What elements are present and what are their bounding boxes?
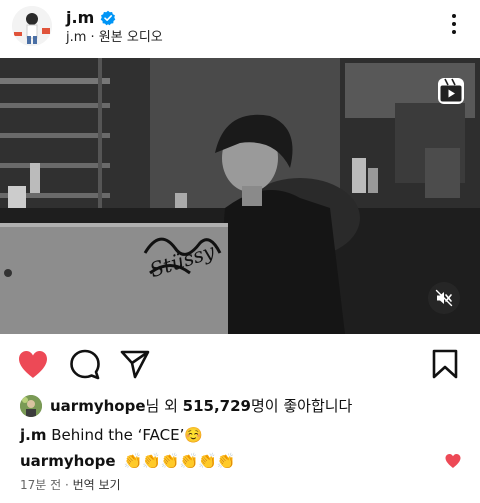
caption: j.m Behind the ‘FACE’☺️ — [20, 424, 203, 446]
post-meta: 17분 전 · 번역 보기 — [20, 476, 121, 494]
comment-text: 👏👏👏👏👏👏 — [123, 452, 236, 470]
comment-icon[interactable] — [68, 348, 102, 380]
reel-video[interactable]: Stüssy — [0, 58, 480, 334]
caption-text: Behind the ‘FACE’☺️ — [51, 426, 204, 444]
comment-author[interactable]: uarmyhope — [20, 450, 116, 472]
bookmark-icon[interactable] — [428, 348, 462, 380]
muted-speaker-icon — [435, 289, 453, 307]
comment-like-heart-icon[interactable] — [444, 452, 462, 470]
reels-icon — [438, 78, 464, 104]
heart-filled-icon[interactable] — [16, 348, 50, 380]
see-translation-link[interactable]: 번역 보기 — [73, 478, 121, 492]
likes-summary[interactable]: uarmyhope 님 외 515,729 명이 좋아합니다 — [20, 395, 352, 417]
liker-username[interactable]: uarmyhope — [50, 395, 146, 417]
original-audio-link[interactable]: j.m · 원본 오디오 — [66, 30, 163, 46]
post-header: j.m j.m · 원본 오디오 — [0, 0, 480, 58]
more-options-icon[interactable] — [442, 8, 466, 40]
likes-count[interactable]: 515,729 — [183, 395, 251, 417]
likes-suffix: 명이 좋아합니다 — [250, 397, 353, 415]
username[interactable]: j.m — [66, 8, 94, 28]
post-actions — [0, 334, 480, 390]
avatar[interactable] — [12, 6, 52, 46]
post-time: 17분 전 — [20, 478, 62, 492]
send-icon[interactable] — [118, 348, 152, 380]
liker-avatar[interactable] — [20, 395, 42, 417]
username-row: j.m — [66, 8, 116, 28]
meta-separator: · — [61, 478, 73, 492]
more-dot — [452, 22, 456, 26]
comment-preview: uarmyhope 👏👏👏👏👏👏 — [20, 450, 236, 472]
more-dot — [452, 14, 456, 18]
more-dot — [452, 30, 456, 34]
caption-author[interactable]: j.m — [20, 426, 46, 444]
mute-toggle[interactable] — [428, 282, 460, 314]
likes-mid-text: 님 외 — [145, 397, 183, 415]
verified-badge-icon — [100, 10, 116, 26]
video-frame: Stüssy — [0, 58, 480, 334]
